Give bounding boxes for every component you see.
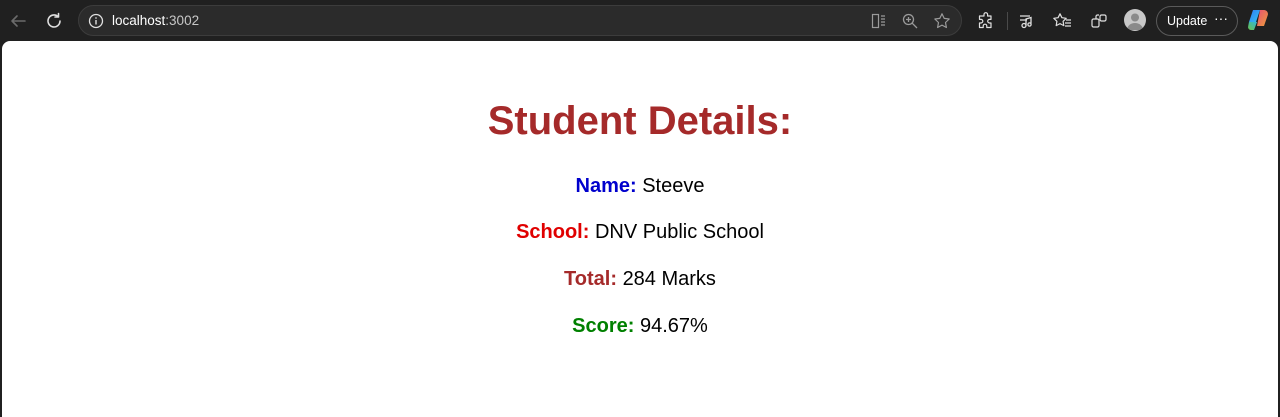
- update-button-label: Update: [1167, 14, 1208, 28]
- field-score: Score: 94.67%: [2, 314, 1278, 338]
- back-icon[interactable]: [3, 6, 33, 36]
- field-total: Total: 284 Marks: [2, 267, 1278, 291]
- more-menu-icon[interactable]: ···: [1214, 10, 1228, 26]
- copilot-icon[interactable]: [1246, 8, 1270, 32]
- browser-toolbar: localhost:3002 Update ···: [0, 0, 1280, 41]
- field-school: School: DNV Public School: [2, 220, 1278, 244]
- url-port: :3002: [165, 13, 200, 28]
- page-title: Student Details:: [487, 99, 793, 143]
- favorites-icon[interactable]: [1048, 6, 1078, 36]
- favorite-star-icon[interactable]: [932, 11, 952, 31]
- field-total-value: 284 Marks: [622, 268, 716, 290]
- url-host: localhost: [112, 13, 166, 28]
- field-score-label: Score:: [572, 315, 635, 337]
- update-button[interactable]: Update ···: [1156, 6, 1238, 36]
- zoom-icon[interactable]: [900, 11, 920, 31]
- field-name: Name: Steeve: [2, 174, 1278, 198]
- address-bar[interactable]: localhost:3002: [78, 5, 962, 36]
- field-school-label: School:: [516, 221, 590, 243]
- field-name-value: Steeve: [642, 175, 705, 197]
- field-score-value: 94.67%: [639, 315, 708, 337]
- page-content: Student Details: Name: Steeve School: DN…: [2, 41, 1278, 417]
- reader-icon[interactable]: [869, 11, 889, 31]
- info-icon[interactable]: [88, 13, 104, 29]
- profile-avatar[interactable]: [1124, 9, 1146, 31]
- field-total-label: Total:: [564, 268, 617, 290]
- media-icon[interactable]: [1012, 6, 1042, 36]
- field-school-value: DNV Public School: [594, 221, 764, 243]
- field-name-label: Name:: [575, 175, 637, 197]
- reload-icon[interactable]: [39, 6, 69, 36]
- extensions-icon[interactable]: [971, 6, 1001, 36]
- url-text[interactable]: localhost:3002: [112, 13, 199, 29]
- collections-icon[interactable]: [1084, 6, 1114, 36]
- toolbar-separator: [1007, 12, 1008, 30]
